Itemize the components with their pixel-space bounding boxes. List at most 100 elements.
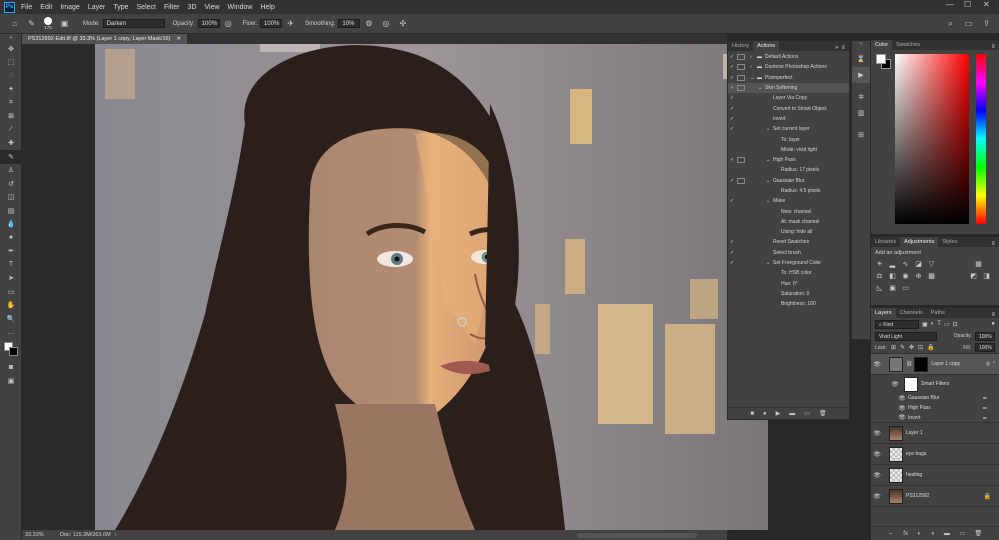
dialog-toggle-icon[interactable] — [737, 74, 745, 81]
layer-mask-thumbnail[interactable] — [914, 356, 929, 372]
tab-channels[interactable]: Channels — [896, 308, 927, 318]
new-layer-icon[interactable]: ▭ — [959, 530, 965, 537]
panel-menu-icon[interactable]: ≡ — [991, 312, 999, 318]
tab-swatches[interactable]: Swatches — [892, 40, 924, 50]
lock-image-icon[interactable]: ✎ — [900, 344, 905, 351]
smart-filters-icon[interactable]: ◎ ⌃ — [986, 361, 996, 367]
panel-menu-icon[interactable]: ≡ — [841, 45, 849, 51]
layer-fill-field[interactable]: 100% — [975, 343, 995, 352]
layer-row[interactable]: 👁 ⛓ Layer 1 copy ◎ ⌃ — [871, 354, 999, 375]
tab-actions[interactable]: Actions — [753, 41, 780, 51]
action-row[interactable]: ✓ ⌄ Set Foreground Color — [728, 258, 849, 268]
checkmark-icon[interactable]: ✓ — [728, 178, 736, 184]
close-icon[interactable]: ✕ — [983, 0, 990, 9]
dialog-toggle-icon[interactable] — [737, 147, 745, 153]
blend-options-icon[interactable]: ⚌ — [983, 405, 987, 411]
tab-adjustments[interactable]: Adjustments — [900, 237, 939, 247]
minimize-icon[interactable]: — — [946, 0, 954, 9]
link-layers-icon[interactable]: ⇔ — [888, 531, 894, 537]
photo-filter-icon[interactable]: ◉ — [901, 271, 910, 280]
gradient-map-icon[interactable]: ▭ — [901, 283, 910, 292]
channel-mixer-icon[interactable]: ⊕ — [914, 271, 923, 280]
tab-layers[interactable]: Layers — [871, 308, 896, 318]
selective-color-icon[interactable]: ▣ — [888, 283, 897, 292]
filter-row[interactable]: 👁 Gaussian Blur ⚌ — [871, 393, 999, 403]
brush-settings-icon[interactable]: ✲ — [852, 89, 870, 105]
checkmark-icon[interactable]: ✓ — [728, 198, 736, 204]
lock-all-icon[interactable]: 🔒 — [927, 344, 934, 351]
type-tool-icon[interactable]: T — [0, 258, 22, 272]
action-row[interactable]: ✓ Reset Swatches — [728, 237, 849, 247]
layer-style-icon[interactable]: fx — [903, 531, 908, 537]
tab-color[interactable]: Color — [871, 40, 893, 50]
horizontal-scrollbar[interactable] — [577, 532, 697, 538]
action-row[interactable]: ✓ ⌄ Gaussian Blur — [728, 176, 849, 186]
checkmark-icon[interactable]: ✓ — [728, 250, 736, 256]
dialog-toggle-icon[interactable] — [737, 198, 745, 204]
move-tool-icon[interactable]: ✥ — [0, 42, 22, 56]
dialog-toggle-icon[interactable] — [737, 106, 745, 112]
quick-mask-icon[interactable]: ◙ — [0, 361, 22, 375]
screen-mode-icon[interactable]: ▣ — [0, 375, 22, 389]
blend-mode-select[interactable]: Vivid Light — [875, 331, 937, 341]
crop-tool-icon[interactable]: ⌗ — [0, 96, 22, 110]
eye-icon[interactable]: 👁 — [889, 381, 901, 388]
layer-filter-select[interactable]: ⌕ Kind — [875, 319, 919, 329]
mode-select[interactable]: Darken — [102, 19, 165, 28]
eyedropper-tool-icon[interactable]: ⁄ — [0, 123, 22, 137]
menu-view[interactable]: View — [205, 4, 220, 11]
expand-icon[interactable]: ⌄ — [766, 260, 773, 266]
expand-icon[interactable]: ⌄ — [766, 157, 773, 163]
dialog-toggle-icon[interactable] — [737, 157, 745, 164]
action-row[interactable]: ✓ ⌄ Set current layer — [728, 124, 849, 134]
document-canvas[interactable] — [95, 44, 768, 530]
dialog-toggle-icon[interactable] — [737, 250, 745, 256]
tab-libraries[interactable]: Libraries — [871, 237, 900, 247]
color-balance-icon[interactable]: ⚖ — [875, 271, 884, 280]
eye-icon[interactable]: 👁 — [871, 430, 883, 437]
eye-icon[interactable]: 👁 — [871, 493, 883, 500]
checkmark-icon[interactable]: ✓ — [728, 75, 736, 81]
expand-icon[interactable]: › — [750, 54, 757, 60]
trash-icon[interactable]: 🗑 — [819, 410, 827, 417]
blend-options-icon[interactable]: ⚌ — [983, 395, 987, 401]
checkmark-icon[interactable]: ✓ — [728, 260, 736, 266]
dialog-toggle-icon[interactable] — [737, 281, 745, 287]
expand-icon[interactable]: ⌄ — [766, 178, 773, 184]
zoom-tool-icon[interactable]: 🔍 — [0, 312, 22, 326]
path-select-tool-icon[interactable]: ➤ — [0, 272, 22, 286]
vibrance-icon[interactable]: ▽ — [927, 259, 936, 268]
dialog-toggle-icon[interactable] — [737, 239, 745, 245]
history-icon[interactable]: ⌛ — [852, 51, 870, 67]
action-row[interactable]: ✓ › ▬ Duotone Photoshop Actions — [728, 62, 849, 72]
new-action-icon[interactable]: ▭ — [804, 410, 810, 417]
layer-opacity-field[interactable]: 100% — [975, 331, 995, 341]
dialog-toggle-icon[interactable] — [737, 291, 745, 297]
expand-icon[interactable]: ⌄ — [758, 85, 765, 91]
blend-options-icon[interactable]: ⚌ — [983, 415, 987, 421]
menu-layer[interactable]: Layer — [88, 4, 106, 11]
checkmark-icon[interactable]: ✓ — [728, 106, 736, 112]
exposure-icon[interactable]: ◪ — [914, 259, 923, 268]
flow-field[interactable]: 100% — [260, 19, 283, 28]
shape-tool-icon[interactable]: ▭ — [0, 285, 22, 299]
hue-slider[interactable] — [976, 54, 986, 224]
frame-tool-icon[interactable]: ⊠ — [0, 110, 22, 124]
pressure-opacity-icon[interactable]: ◎ — [223, 18, 234, 29]
blur-tool-icon[interactable]: 💧 — [0, 218, 22, 232]
dialog-toggle-icon[interactable] — [737, 209, 745, 215]
expand-icon[interactable]: › — [750, 64, 757, 70]
filter-shape-icon[interactable]: ▭ — [944, 321, 950, 328]
action-row[interactable]: ✓ ⌄ High Pass — [728, 155, 849, 165]
document-size[interactable]: Doc: 115.3M/363.6M — [60, 532, 111, 538]
dialog-toggle-icon[interactable] — [737, 137, 745, 143]
checkmark-icon[interactable]: ✓ — [728, 157, 736, 163]
action-row[interactable]: Using: hide all — [728, 227, 849, 237]
menu-type[interactable]: Type — [113, 4, 128, 11]
menu-filter[interactable]: Filter — [164, 4, 180, 11]
action-row[interactable]: Radius: 4.5 pixels — [728, 186, 849, 196]
workspace-icon[interactable]: ▭ — [963, 18, 974, 29]
eye-icon[interactable]: 👁 — [896, 395, 908, 402]
action-row[interactable]: Saturation: 0 — [728, 289, 849, 299]
expand-icon[interactable]: ⌄ — [750, 75, 757, 81]
